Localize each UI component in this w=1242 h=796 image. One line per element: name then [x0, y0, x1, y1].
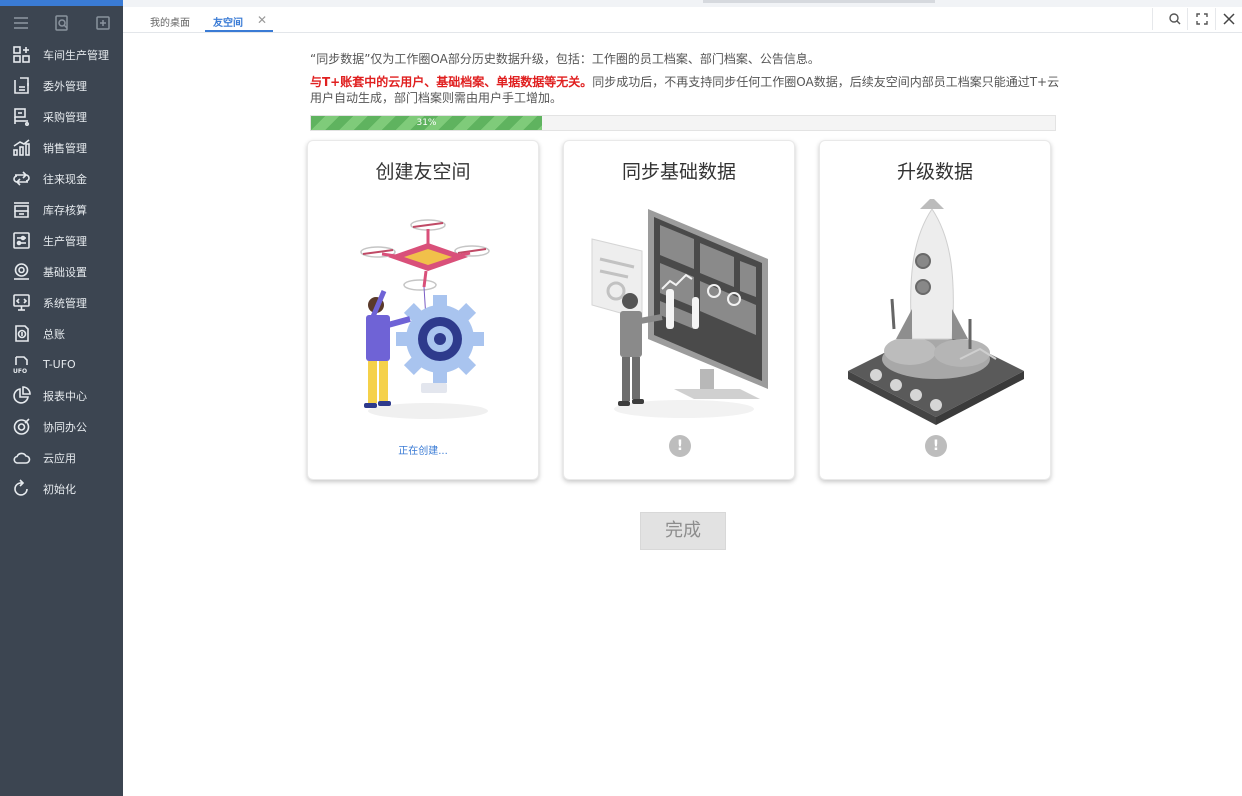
search-doc-icon[interactable] [53, 14, 71, 32]
sidebar-item-tufo[interactable]: UFO T-UFO [0, 349, 123, 380]
sidebar: 车间生产管理 委外管理 采购管理 销售管理 往来现金 库存核算 生产管理 基础设… [0, 0, 123, 796]
sidebar-item-sales[interactable]: 销售管理 [0, 132, 123, 163]
card-pending-warning-icon: ! [669, 435, 691, 457]
tab-close-icon[interactable]: ✕ [257, 13, 267, 27]
search-icon[interactable] [1167, 11, 1183, 27]
card-status-creating: 正在创建... [398, 446, 448, 457]
card-title: 升级数据 [896, 161, 973, 183]
new-window-icon[interactable] [94, 14, 112, 32]
sidebar-item-label: 系统管理 [43, 296, 87, 310]
step-card-create-space: 创建友空间 正在创建... [307, 140, 539, 480]
tab-bar: 我的桌面 友空间 ✕ [123, 0, 1242, 33]
sidebar-item-cloud[interactable]: 云应用 [0, 442, 123, 473]
sidebar-item-label: 车间生产管理 [43, 48, 109, 62]
sidebar-item-system[interactable]: 系统管理 [0, 287, 123, 318]
sidebar-item-label: T-UFO [43, 358, 76, 371]
sidebar-item-label: 基础设置 [43, 265, 87, 279]
sidebar-item-label: 初始化 [43, 482, 76, 496]
sidebar-item-label: 委外管理 [43, 79, 87, 93]
sidebar-item-label: 往来现金 [43, 172, 87, 186]
scroll-indicator [703, 0, 935, 3]
sidebar-item-settings[interactable]: 基础设置 [0, 256, 123, 287]
drone-gear-illustration [360, 219, 490, 419]
card-pending-warning-icon: ! [925, 435, 947, 457]
sidebar-item-label: 库存核算 [43, 203, 87, 217]
tab-you-space[interactable]: 友空间 ✕ [205, 13, 273, 32]
step-card-upgrade-data: 升级数据 ! [819, 140, 1051, 480]
step-card-sync-basic-data: 同步基础数据 ! [563, 140, 795, 480]
app-window: 车间生产管理 委外管理 采购管理 销售管理 往来现金 库存核算 生产管理 基础设… [0, 0, 1242, 796]
monitor-dashboard-illustration [591, 209, 768, 418]
sidebar-item-label: 生产管理 [43, 234, 87, 248]
sidebar-item-label: 报表中心 [43, 389, 87, 403]
svg-text:UFO: UFO [13, 368, 27, 375]
progress-bar: 31% [310, 115, 1056, 131]
card-title: 同步基础数据 [621, 161, 736, 183]
divider [1152, 8, 1153, 30]
ledger-icon [15, 325, 29, 342]
main-content: “同步数据”仅为工作圈OA部分历史数据升级，包括：工作圈的员工档案、部门档案、公… [123, 33, 1242, 796]
sidebar-item-report[interactable]: 报表中心 [0, 380, 123, 411]
sidebar-item-outsource[interactable]: 委外管理 [0, 70, 123, 101]
refresh-init-icon [14, 479, 28, 496]
collab-target-icon [13, 418, 30, 435]
done-button[interactable]: 完成 [640, 512, 726, 550]
sidebar-item-ledger[interactable]: 总账 [0, 318, 123, 349]
warning-highlight: 与T+账套中的云用户、基础档案、单据数据等无关。 [310, 75, 593, 89]
tab-label: 友空间 [213, 18, 243, 29]
rocket-launch-illustration [848, 199, 1024, 425]
sidebar-item-label: 采购管理 [43, 110, 87, 124]
sync-warning: 与T+账套中的云用户、基础档案、单据数据等无关。同步成功后，不再支持同步任何工作… [310, 74, 1060, 106]
system-monitor-icon [13, 294, 30, 311]
pie-report-icon [13, 386, 31, 404]
fullscreen-icon[interactable] [1194, 11, 1210, 27]
sidebar-item-init[interactable]: 初始化 [0, 473, 123, 504]
close-icon[interactable] [1221, 11, 1237, 27]
outsource-doc-icon [14, 77, 29, 94]
divider [1215, 8, 1216, 30]
hamburger-menu-icon[interactable] [12, 14, 30, 32]
sales-chart-icon [13, 139, 30, 156]
workshop-grid-icon [13, 46, 30, 63]
sync-notice: “同步数据”仅为工作圈OA部分历史数据升级，包括：工作圈的员工档案、部门档案、公… [310, 52, 820, 66]
purchase-cart-icon [14, 108, 30, 126]
progress-label: 31% [416, 118, 437, 128]
cloud-icon [13, 452, 31, 464]
sidebar-item-label: 销售管理 [43, 141, 87, 155]
divider [1187, 8, 1188, 30]
sidebar-item-collab[interactable]: 协同办公 [0, 411, 123, 442]
sidebar-item-label: 云应用 [43, 451, 76, 465]
sidebar-item-purchase[interactable]: 采购管理 [0, 101, 123, 132]
production-sliders-icon [13, 232, 30, 249]
card-title: 创建友空间 [375, 161, 471, 183]
transfer-arrows-icon [13, 171, 30, 186]
sidebar-item-label: 总账 [43, 327, 65, 341]
sidebar-item-label: 协同办公 [43, 420, 87, 434]
inventory-icon [14, 202, 29, 218]
sidebar-item-workshop[interactable]: 车间生产管理 [0, 39, 123, 70]
tab-strip-bg [123, 0, 1242, 7]
settings-gear-icon [14, 263, 29, 280]
sidebar-menu: 车间生产管理 委外管理 采购管理 销售管理 往来现金 库存核算 生产管理 基础设… [0, 39, 123, 504]
sidebar-item-inventory[interactable]: 库存核算 [0, 194, 123, 225]
sidebar-item-cash[interactable]: 往来现金 [0, 163, 123, 194]
ufo-doc-icon: UFO [13, 356, 28, 375]
sidebar-toolbar [0, 10, 123, 36]
tab-my-desktop[interactable]: 我的桌面 [150, 14, 190, 32]
sidebar-item-production[interactable]: 生产管理 [0, 225, 123, 256]
sidebar-accent-line [0, 0, 123, 6]
